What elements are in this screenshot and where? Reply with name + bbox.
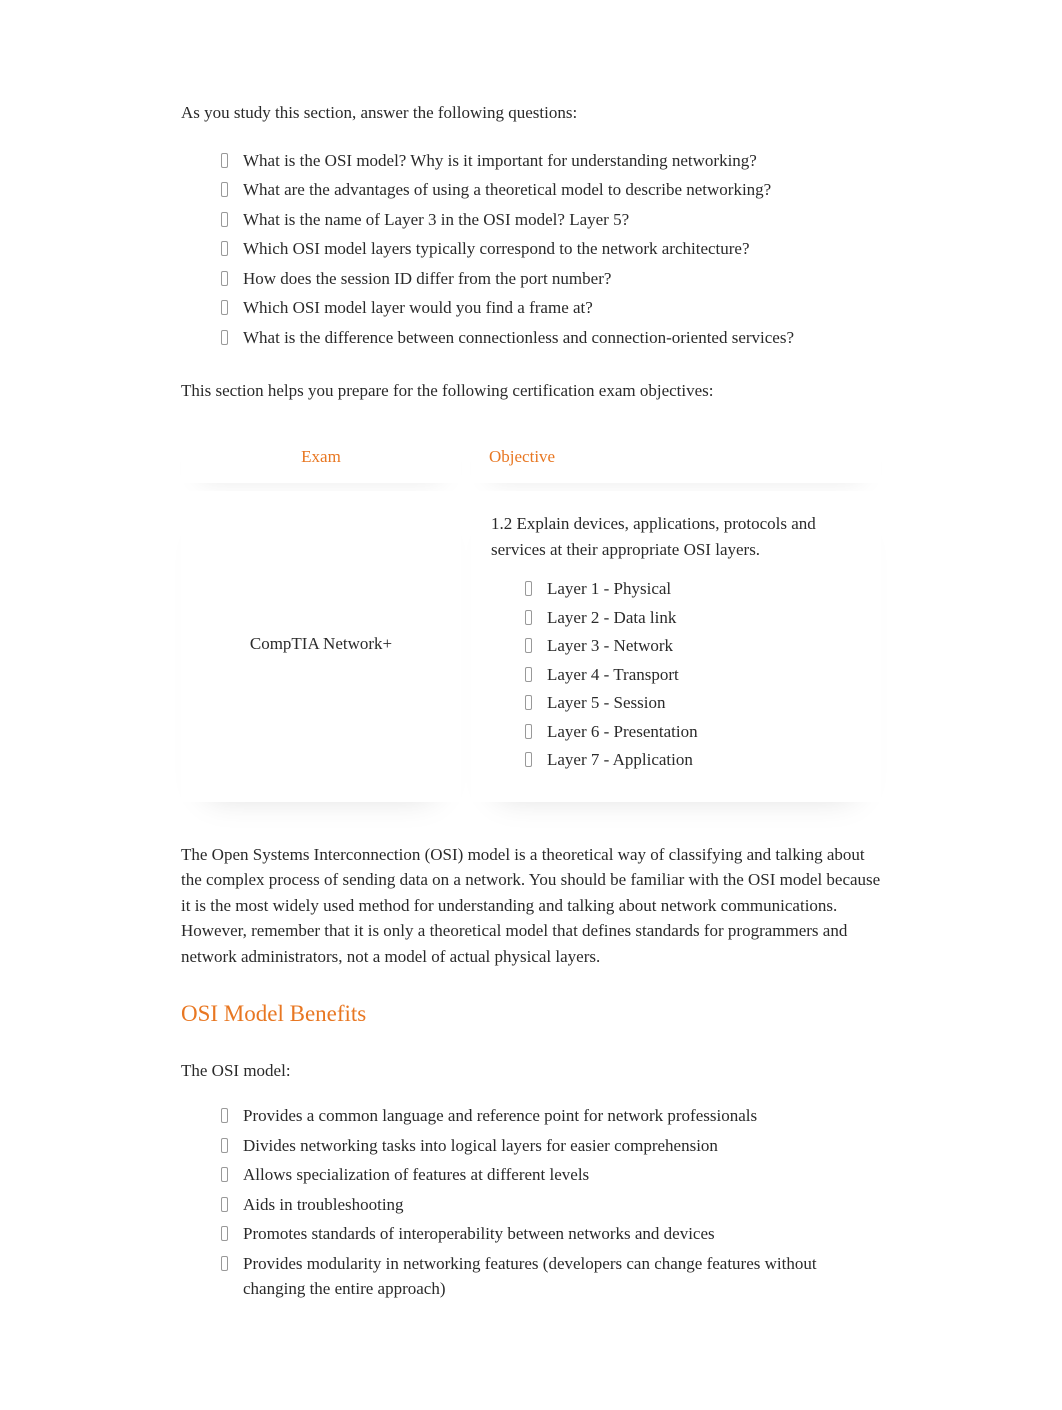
list-item: Layer 5 - Session <box>525 690 861 716</box>
list-item: What is the name of Layer 3 in the OSI m… <box>221 207 881 233</box>
layers-list: Layer 1 - Physical Layer 2 - Data link L… <box>491 576 861 773</box>
exam-name: CompTIA Network+ <box>250 631 392 657</box>
list-item: Provides modularity in networking featur… <box>221 1251 881 1302</box>
list-item: How does the session ID differ from the … <box>221 266 881 292</box>
list-item: Promotes standards of interoperability b… <box>221 1221 881 1247</box>
prep-paragraph: This section helps you prepare for the f… <box>181 378 881 404</box>
table-header-exam: Exam <box>181 430 461 484</box>
list-item: Layer 7 - Application <box>525 747 861 773</box>
list-item: What are the advantages of using a theor… <box>221 177 881 203</box>
list-item: Provides a common language and reference… <box>221 1103 881 1129</box>
list-item: Layer 4 - Transport <box>525 662 861 688</box>
intro-paragraph: As you study this section, answer the fo… <box>181 100 881 126</box>
objective-intro: 1.2 Explain devices, applications, proto… <box>491 511 861 562</box>
list-item: What is the difference between connectio… <box>221 325 881 351</box>
list-item: Layer 6 - Presentation <box>525 719 861 745</box>
document-container: As you study this section, answer the fo… <box>161 100 901 1302</box>
table-cell-exam: CompTIA Network+ <box>181 491 461 802</box>
list-item: Aids in troubleshooting <box>221 1192 881 1218</box>
objectives-table: Exam CompTIA Network+ Objective 1.2 Expl… <box>181 430 881 802</box>
table-header-objective: Objective <box>471 430 881 484</box>
benefits-list: Provides a common language and reference… <box>181 1103 881 1302</box>
list-item: Which OSI model layer would you find a f… <box>221 295 881 321</box>
list-item: Allows specialization of features at dif… <box>221 1162 881 1188</box>
table-cell-objective: 1.2 Explain devices, applications, proto… <box>471 491 881 802</box>
body-paragraph: The Open Systems Interconnection (OSI) m… <box>181 842 881 970</box>
list-item: What is the OSI model? Why is it importa… <box>221 148 881 174</box>
list-item: Layer 1 - Physical <box>525 576 861 602</box>
benefits-intro: The OSI model: <box>181 1058 881 1084</box>
benefits-heading: OSI Model Benefits <box>181 997 881 1032</box>
list-item: Divides networking tasks into logical la… <box>221 1133 881 1159</box>
questions-list: What is the OSI model? Why is it importa… <box>181 148 881 351</box>
list-item: Which OSI model layers typically corresp… <box>221 236 881 262</box>
table-column-objective: Objective 1.2 Explain devices, applicati… <box>471 430 881 802</box>
list-item: Layer 3 - Network <box>525 633 861 659</box>
list-item: Layer 2 - Data link <box>525 605 861 631</box>
table-column-exam: Exam CompTIA Network+ <box>181 430 461 802</box>
